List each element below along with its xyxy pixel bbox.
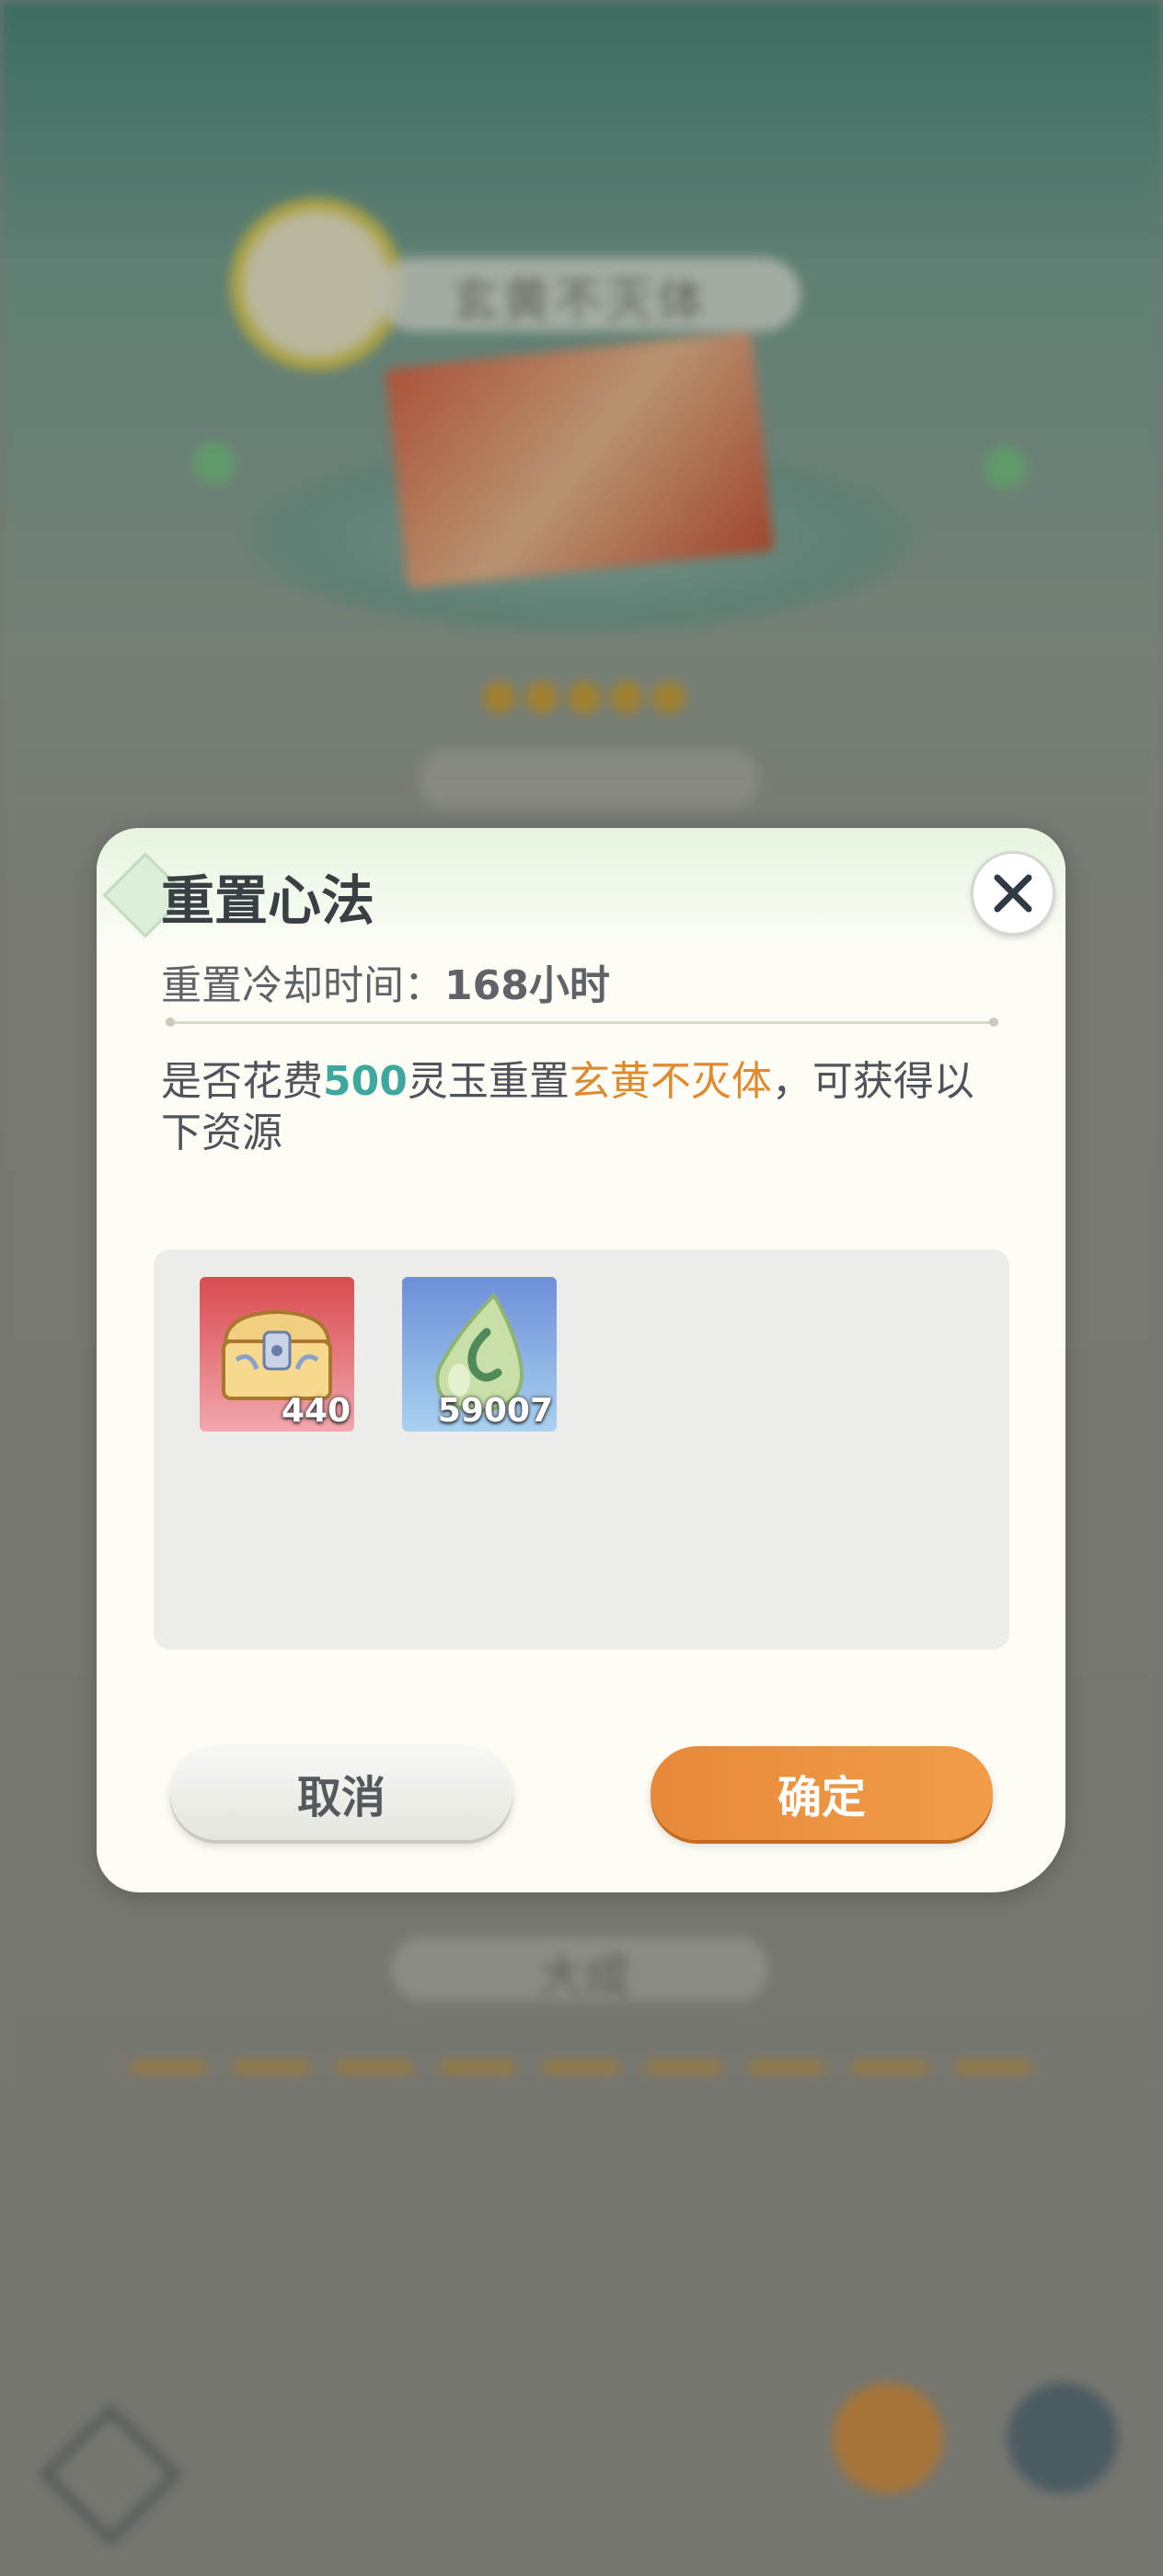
cooldown-label: 重置冷却时间： xyxy=(161,962,444,1009)
cooldown-text: 重置冷却时间：168小时 xyxy=(161,952,610,1011)
reward-item[interactable]: 440 xyxy=(200,1277,354,1432)
close-icon xyxy=(994,874,1032,913)
reset-message: 是否花费500灵玉重置玄黄不灭体，可获得以下资源 xyxy=(161,1056,989,1159)
cancel-button[interactable]: 取消 xyxy=(170,1746,512,1840)
dialog-title: 重置心法 xyxy=(161,869,375,932)
reset-technique-dialog: 重置心法 重置冷却时间：168小时 是否花费500灵玉重置玄黄不灭体，可获得以下… xyxy=(97,828,1065,1892)
rewards-panel: 440 59007 xyxy=(154,1249,1009,1650)
reward-count: 59007 xyxy=(437,1392,553,1430)
close-button[interactable] xyxy=(971,851,1055,936)
cooldown-value: 168小时 xyxy=(444,962,610,1009)
reward-item[interactable]: 59007 xyxy=(402,1277,557,1432)
reward-count: 440 xyxy=(281,1392,351,1430)
confirm-button[interactable]: 确定 xyxy=(651,1746,993,1840)
cost-amount: 500 xyxy=(323,1058,408,1105)
message-text: 是否花费 xyxy=(161,1058,323,1105)
message-text: 灵玉重置 xyxy=(407,1058,570,1105)
technique-name: 玄黄不灭体 xyxy=(569,1058,772,1105)
divider xyxy=(166,1018,998,1027)
